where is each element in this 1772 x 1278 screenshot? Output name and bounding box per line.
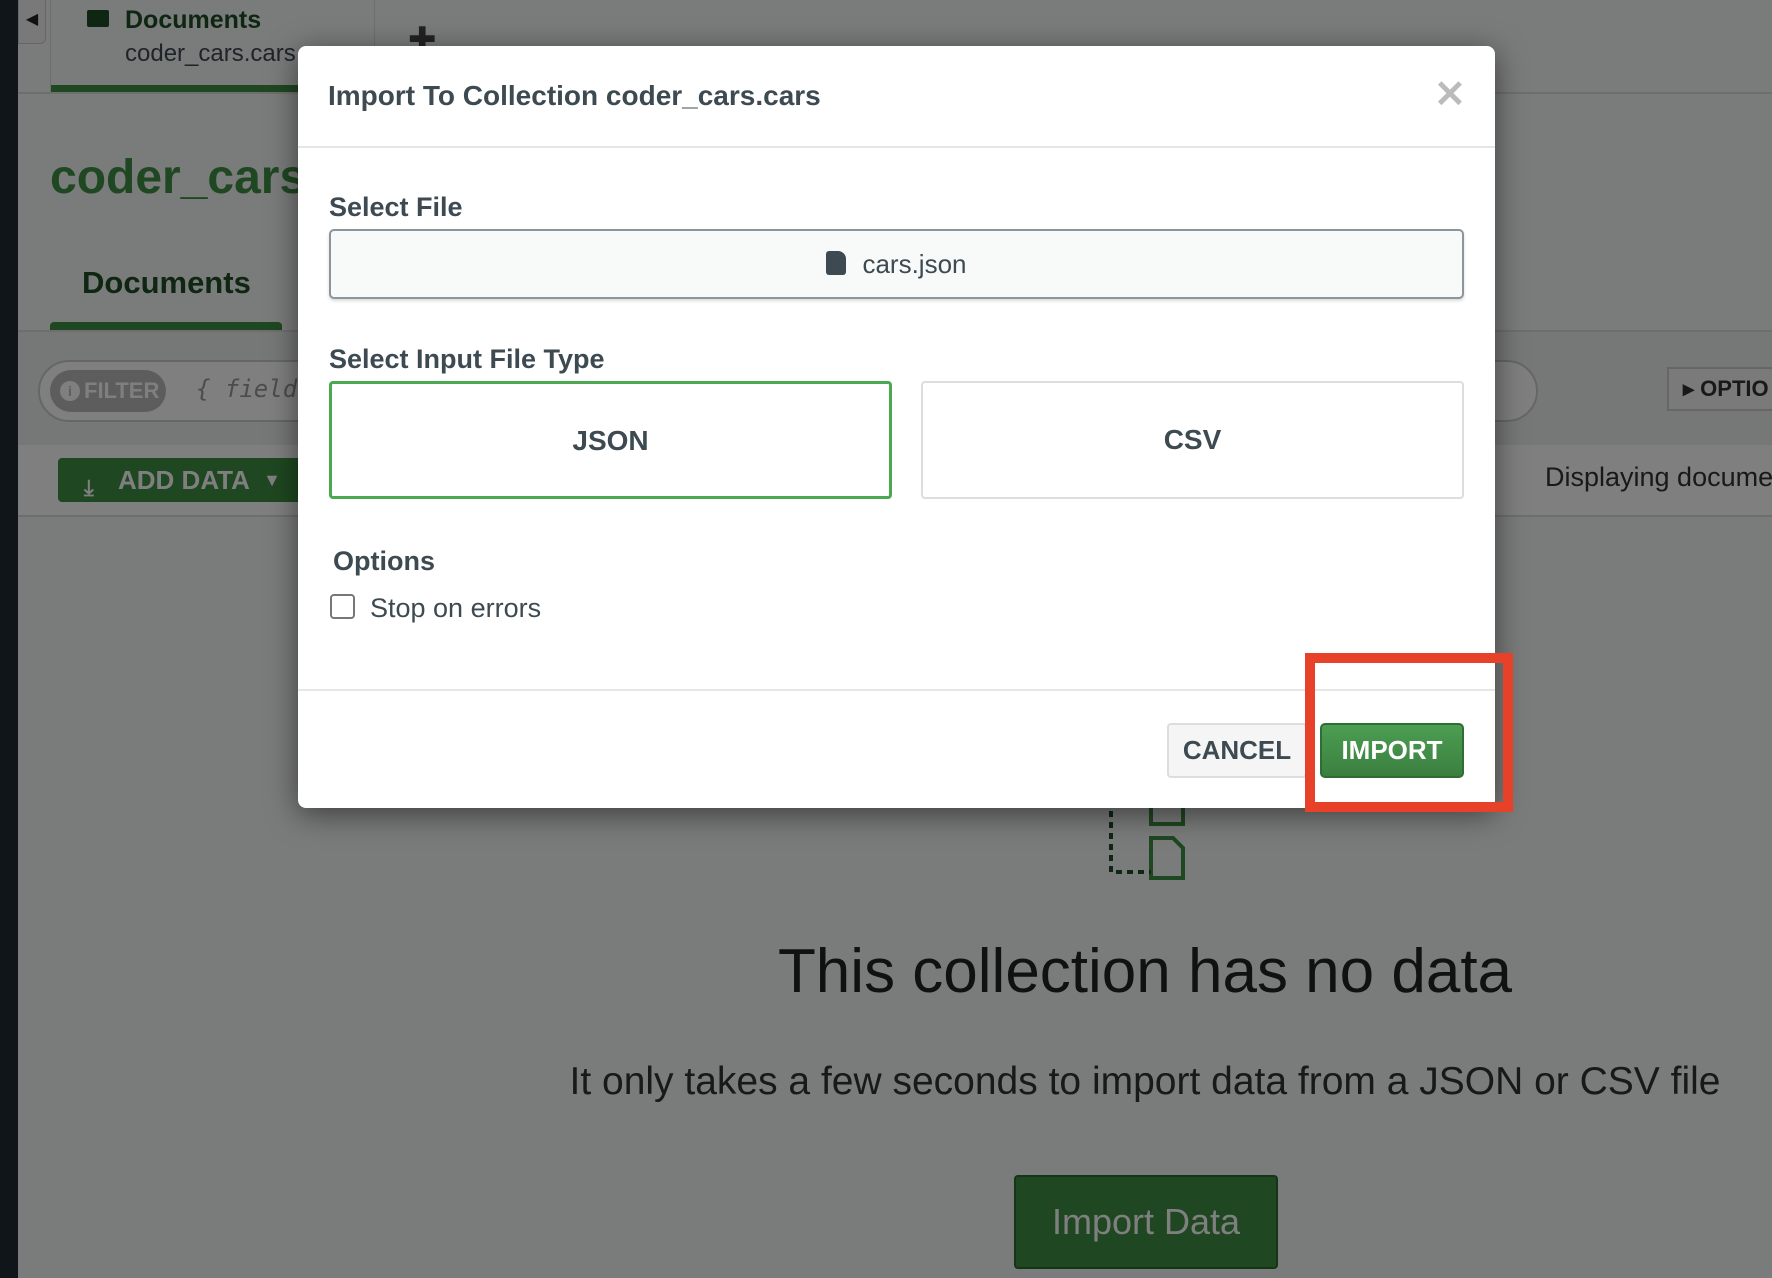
file-type-label: Select Input File Type <box>329 344 605 374</box>
file-type-json[interactable]: JSON <box>329 381 892 499</box>
close-icon[interactable]: ✕ <box>1434 72 1466 117</box>
select-file-button[interactable]: cars.json <box>329 229 1464 299</box>
modal-title: Import To Collection coder_cars.cars <box>328 80 821 111</box>
divider <box>298 146 1495 148</box>
cancel-button[interactable]: CANCEL <box>1167 723 1307 778</box>
options-label: Options <box>333 546 435 576</box>
file-type-csv[interactable]: CSV <box>921 381 1464 499</box>
file-name: cars.json <box>862 249 967 279</box>
select-file-label: Select File <box>329 192 463 222</box>
file-add-icon <box>826 251 847 276</box>
highlight-box <box>1305 653 1513 812</box>
stop-on-errors-checkbox[interactable] <box>330 594 355 619</box>
stop-on-errors-label[interactable]: Stop on errors <box>370 593 541 624</box>
